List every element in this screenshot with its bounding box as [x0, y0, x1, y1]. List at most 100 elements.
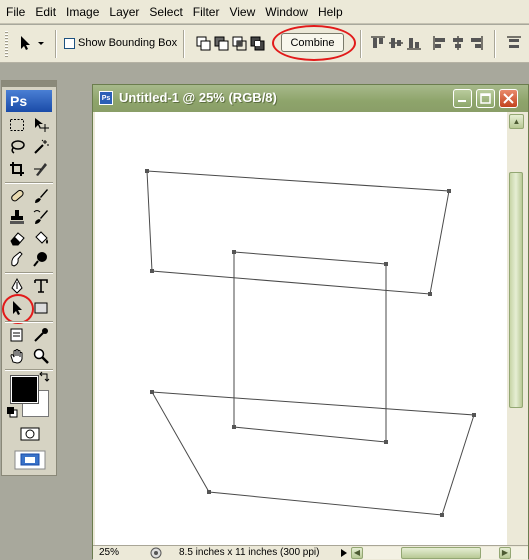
notes-tool[interactable]	[8, 326, 26, 344]
anchor-point[interactable]	[447, 189, 451, 193]
shape-tool[interactable]	[32, 299, 50, 317]
subtract-shape-button[interactable]	[214, 35, 230, 51]
anchor-point[interactable]	[232, 425, 236, 429]
history-brush-tool[interactable]	[32, 208, 50, 226]
document-title-bar[interactable]: Ps Untitled-1 @ 25% (RGB/8)	[93, 85, 528, 112]
menu-filter[interactable]: Filter	[189, 5, 226, 19]
horizontal-scrollbar[interactable]: ◀ ▶	[351, 547, 528, 559]
pen-nib-icon	[11, 278, 23, 294]
options-bar: Show Bounding Box Combine	[0, 25, 529, 63]
align-hcenter-button[interactable]	[450, 35, 466, 51]
toolbox-header[interactable]	[2, 81, 56, 87]
status-info-button[interactable]	[149, 546, 163, 560]
type-tool[interactable]	[32, 277, 50, 295]
status-menu-arrow[interactable]	[339, 547, 349, 559]
tool-preset-picker[interactable]	[16, 35, 44, 51]
magic-wand-tool[interactable]	[32, 138, 50, 156]
maximize-icon	[480, 93, 491, 104]
align-bottom-button[interactable]	[406, 35, 422, 51]
crop-tool[interactable]	[8, 160, 26, 178]
align-left-button[interactable]	[432, 35, 448, 51]
maximize-button[interactable]	[476, 89, 495, 108]
brush-tool[interactable]	[32, 187, 50, 205]
path-shape-top[interactable]	[146, 170, 450, 295]
bandage-icon	[11, 189, 24, 202]
screen-mode-button[interactable]	[14, 450, 46, 470]
hand-tool[interactable]	[8, 347, 26, 365]
align-top-button[interactable]	[370, 35, 386, 51]
path-shape-bottom[interactable]	[151, 391, 475, 516]
menu-help[interactable]: Help	[314, 5, 349, 19]
show-bounding-box-checkbox[interactable]	[64, 38, 75, 49]
foreground-color-swatch-front[interactable]	[11, 376, 38, 403]
lasso-icon	[11, 140, 25, 154]
zoom-tool[interactable]	[32, 347, 50, 365]
swap-colors-button[interactable]	[38, 371, 50, 383]
toolbox-separator	[5, 321, 53, 323]
vertical-scrollbar[interactable]: ▲	[507, 112, 526, 545]
hand-icon	[10, 349, 23, 364]
clone-stamp-tool[interactable]	[8, 208, 26, 226]
photoshop-logo[interactable]: Ps	[6, 90, 52, 112]
anchor-point[interactable]	[440, 513, 444, 517]
eyedropper-tool[interactable]	[32, 326, 50, 344]
align-right-button[interactable]	[468, 35, 484, 51]
anchor-point[interactable]	[207, 490, 211, 494]
align-right-edges-icon	[471, 36, 483, 50]
anchor-point[interactable]	[150, 269, 154, 273]
paint-bucket-tool[interactable]	[32, 229, 50, 247]
quick-mask-button[interactable]	[20, 426, 40, 442]
align-vcenter-button[interactable]	[388, 35, 404, 51]
toolbox-separator	[5, 182, 53, 184]
healing-brush-tool[interactable]	[8, 187, 26, 205]
anchor-point[interactable]	[145, 169, 149, 173]
anchor-point[interactable]	[428, 292, 432, 296]
path-shape-middle[interactable]	[233, 251, 387, 443]
exclude-shape-button[interactable]	[250, 35, 266, 51]
toolbox-separator	[5, 272, 53, 274]
anchor-point[interactable]	[472, 413, 476, 417]
move-tool[interactable]	[32, 116, 50, 134]
add-shape-button[interactable]	[196, 35, 212, 51]
pen-tool[interactable]	[8, 277, 26, 295]
options-grip[interactable]	[5, 31, 8, 57]
scroll-up-button[interactable]: ▲	[509, 114, 524, 129]
zoom-level[interactable]: 25%	[99, 547, 119, 558]
menu-edit[interactable]: Edit	[31, 5, 62, 19]
intersect-shape-button[interactable]	[232, 35, 248, 51]
distribute-top-edges-icon	[507, 36, 521, 48]
document-canvas[interactable]	[95, 112, 507, 545]
menu-window[interactable]: Window	[261, 5, 314, 19]
menu-select[interactable]: Select	[145, 5, 188, 19]
direct-selection-icon	[21, 36, 44, 50]
menu-file[interactable]: File	[2, 5, 31, 19]
default-colors-button[interactable]	[6, 406, 18, 418]
menu-image[interactable]: Image	[62, 5, 105, 19]
anchor-point[interactable]	[384, 440, 388, 444]
close-button[interactable]	[499, 89, 518, 108]
horizontal-scroll-thumb[interactable]	[401, 547, 481, 559]
lasso-tool[interactable]	[8, 138, 26, 156]
slice-tool[interactable]	[32, 160, 50, 178]
align-horizontal-centers-icon	[453, 36, 463, 50]
minimize-button[interactable]	[453, 89, 472, 108]
notes-icon	[10, 328, 23, 342]
menu-view[interactable]: View	[225, 5, 261, 19]
toolbox: Ps	[1, 80, 57, 476]
blur-tool[interactable]	[8, 250, 26, 268]
type-t-icon	[34, 279, 48, 293]
anchor-point[interactable]	[150, 390, 154, 394]
scroll-left-button[interactable]: ◀	[351, 547, 363, 559]
scroll-right-button[interactable]: ▶	[499, 547, 511, 559]
anchor-point[interactable]	[232, 250, 236, 254]
anchor-point[interactable]	[384, 262, 388, 266]
eraser-icon	[10, 232, 25, 246]
eraser-tool[interactable]	[8, 229, 26, 247]
vertical-scroll-thumb[interactable]	[509, 172, 523, 408]
distribute-button[interactable]	[506, 35, 522, 51]
document-icon[interactable]: Ps	[99, 91, 113, 105]
options-separator	[494, 30, 496, 58]
marquee-tool[interactable]	[8, 116, 26, 134]
menu-layer[interactable]: Layer	[105, 5, 145, 19]
dodge-tool[interactable]	[32, 250, 50, 268]
